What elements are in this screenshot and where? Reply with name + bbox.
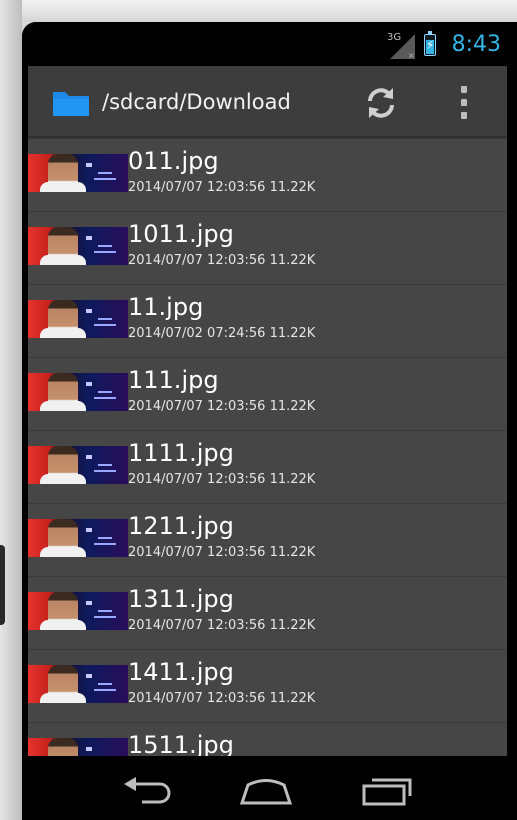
file-thumbnail: [28, 592, 128, 630]
file-thumbnail: [28, 519, 128, 557]
emulator-frame-top: [0, 0, 517, 22]
file-row[interactable]: 011.jpg 2014/07/07 12:03:56 11.22K: [28, 138, 507, 211]
file-name: 1511.jpg: [128, 731, 234, 756]
file-meta: 2014/07/07 12:03:56 11.22K: [128, 618, 316, 633]
refresh-icon[interactable]: [362, 84, 400, 122]
file-name: 1411.jpg: [128, 658, 234, 686]
file-thumbnail: [28, 300, 128, 338]
file-name: 1211.jpg: [128, 512, 234, 540]
current-path: /sdcard/Download: [102, 90, 291, 114]
file-row[interactable]: 1411.jpg 2014/07/07 12:03:56 11.22K: [28, 649, 507, 722]
side-button: [0, 545, 5, 625]
app-window: /sdcard/Download 011.jpg 2014/07/07 12:0…: [28, 66, 507, 756]
status-bar: × 3G ⚡ 8:43: [22, 22, 517, 66]
file-row[interactable]: 1311.jpg 2014/07/07 12:03:56 11.22K: [28, 576, 507, 649]
file-thumbnail: [28, 446, 128, 484]
svg-text:×: ×: [408, 51, 415, 60]
file-meta: 2014/07/07 12:03:56 11.22K: [128, 545, 316, 560]
file-thumbnail: [28, 373, 128, 411]
file-name: 1111.jpg: [128, 439, 234, 467]
file-row[interactable]: 111.jpg 2014/07/07 12:03:56 11.22K: [28, 357, 507, 430]
file-list: 011.jpg 2014/07/07 12:03:56 11.22K 1011.…: [28, 138, 507, 756]
file-meta: 2014/07/07 12:03:56 11.22K: [128, 691, 316, 706]
home-icon[interactable]: [238, 776, 294, 806]
network-type-label: 3G: [387, 32, 402, 43]
device-bezel: [0, 0, 22, 820]
recent-apps-icon[interactable]: [360, 772, 416, 806]
file-name: 111.jpg: [128, 366, 219, 394]
file-thumbnail: [28, 738, 128, 756]
status-clock: 8:43: [451, 32, 501, 57]
file-row[interactable]: 1111.jpg 2014/07/07 12:03:56 11.22K: [28, 430, 507, 503]
file-row[interactable]: 11.jpg 2014/07/02 07:24:56 11.22K: [28, 284, 507, 357]
file-name: 011.jpg: [128, 147, 219, 175]
action-bar: /sdcard/Download: [28, 66, 507, 138]
file-meta: 2014/07/07 12:03:56 11.22K: [128, 180, 316, 195]
file-name: 11.jpg: [128, 293, 204, 321]
file-row[interactable]: 1011.jpg 2014/07/07 12:03:56 11.22K: [28, 211, 507, 284]
device-screen: × 3G ⚡ 8:43 /sdcard/Download 011.jpg 201…: [22, 22, 517, 820]
file-meta: 2014/07/07 12:03:56 11.22K: [128, 253, 316, 268]
folder-icon[interactable]: [52, 88, 90, 118]
file-thumbnail: [28, 665, 128, 703]
back-icon[interactable]: [120, 776, 176, 806]
file-meta: 2014/07/07 12:03:56 11.22K: [128, 472, 316, 487]
file-thumbnail: [28, 154, 128, 192]
battery-icon: ⚡: [424, 31, 436, 56]
file-name: 1311.jpg: [128, 585, 234, 613]
file-name: 1011.jpg: [128, 220, 234, 248]
overflow-menu-icon[interactable]: [454, 86, 474, 120]
file-thumbnail: [28, 227, 128, 265]
file-row[interactable]: 1211.jpg 2014/07/07 12:03:56 11.22K: [28, 503, 507, 576]
file-meta: 2014/07/02 07:24:56 11.22K: [128, 326, 316, 341]
navigation-bar: [22, 756, 517, 820]
file-meta: 2014/07/07 12:03:56 11.22K: [128, 399, 316, 414]
file-row[interactable]: 1511.jpg: [28, 722, 507, 756]
